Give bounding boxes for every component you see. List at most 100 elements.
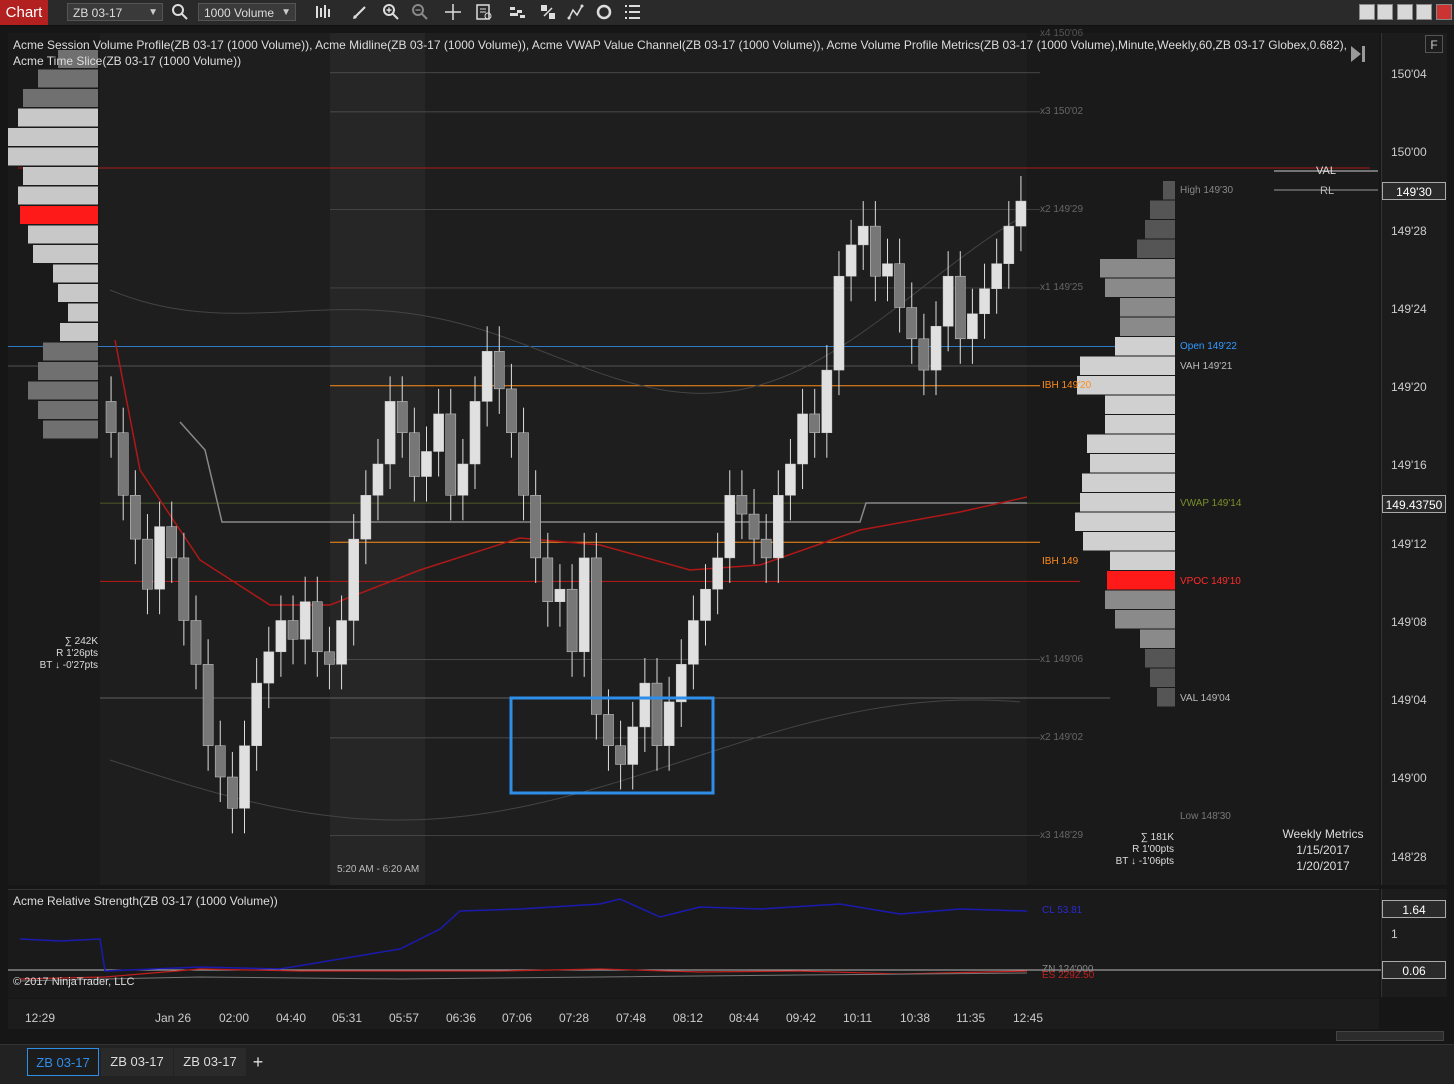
candle-body: [1015, 200, 1027, 227]
left-profile-bar: [8, 128, 98, 146]
candle-body: [263, 651, 275, 684]
val-marker: VAL: [1316, 165, 1336, 177]
candle-body: [530, 495, 541, 559]
candle-body: [506, 388, 517, 433]
candle-body: [845, 244, 857, 277]
relative-strength-title: Acme Relative Strength(ZB 03-17 (1000 Vo…: [13, 894, 278, 908]
time-tick: 12:29: [25, 1011, 56, 1025]
left-profile-bar: [68, 303, 98, 322]
price-tick: 150'04: [1391, 67, 1427, 81]
high-label: High 149'30: [1180, 185, 1234, 196]
candle-body: [384, 401, 396, 465]
right-bt: BT ↓ -1'06pts: [1115, 856, 1174, 867]
x1-top-label: x1 149'25: [1040, 282, 1084, 293]
left-profile-bar: [43, 420, 98, 439]
right-profile-bar: [1115, 610, 1175, 629]
tab-chart-2[interactable]: ZB 03-17: [101, 1048, 173, 1076]
indicator-list: Acme Session Volume Profile(ZB 03-17 (10…: [13, 38, 1347, 68]
candle-body: [554, 588, 566, 602]
left-profile-bar: [53, 264, 98, 283]
time-tick: 07:06: [502, 1011, 533, 1025]
left-profile-stats: ∑ 242K R 1'26pts BT ↓ -0'27pts: [20, 636, 98, 672]
candle-body: [954, 275, 966, 340]
candle-body: [736, 495, 748, 515]
candle-body: [688, 620, 699, 665]
vwap-price-badge: 149.43750: [1382, 495, 1446, 513]
left-volume-sum: ∑ 242K: [64, 636, 98, 647]
right-profile-bar: [1090, 454, 1175, 473]
right-profile-bar: [1137, 239, 1175, 258]
vah-label: VAH 149'21: [1180, 361, 1233, 372]
low-label: Low 148'30: [1180, 811, 1231, 822]
ibh-label: IBH 149'20: [1042, 380, 1092, 391]
candle-body: [772, 495, 784, 559]
candle-body: [906, 307, 918, 340]
candle-body: [566, 588, 578, 653]
right-profile-bar: [1105, 590, 1175, 609]
right-profile-bar: [1077, 376, 1175, 395]
right-profile-bar: [1163, 181, 1175, 200]
candle-body: [857, 225, 869, 246]
vwap-label: VWAP 149'14: [1180, 498, 1242, 509]
candle-body: [481, 351, 493, 402]
weekly-metrics-start: 1/15/2017: [1296, 843, 1350, 857]
rs-tick: 1: [1391, 927, 1398, 941]
left-profile-bar: [38, 362, 98, 380]
candle-body: [299, 601, 311, 640]
candle-body: [311, 601, 323, 653]
left-profile-bar: [28, 381, 98, 400]
horizontal-scrollbar[interactable]: [1336, 1031, 1444, 1041]
candle-body: [1003, 225, 1015, 264]
candle-body: [336, 620, 347, 665]
candle-body: [967, 313, 978, 340]
rs-top-badge: 1.64: [1382, 900, 1446, 918]
scroll-end-icon[interactable]: [1349, 44, 1367, 64]
time-tick: 04:40: [276, 1011, 307, 1025]
right-profile-bar: [1080, 493, 1175, 512]
rs-bottom-badge: 0.06: [1382, 961, 1446, 979]
left-range: R 1'26pts: [56, 648, 98, 659]
candle-body: [190, 620, 202, 665]
right-range: R 1'00pts: [1132, 844, 1174, 855]
left-profile-bar: [23, 89, 98, 107]
tab-chart-1[interactable]: ZB 03-17: [27, 1048, 99, 1076]
candle-body: [130, 495, 141, 540]
candle-body: [991, 263, 1002, 289]
cl-label: CL 53.81: [1042, 905, 1083, 916]
add-tab-button[interactable]: +: [248, 1048, 268, 1076]
price-tick: 148'28: [1391, 850, 1427, 864]
left-profile-bar: [28, 225, 98, 244]
candle-body: [785, 463, 796, 496]
tab-chart-3[interactable]: ZB 03-17: [174, 1048, 246, 1076]
val-bottom-label: VAL 149'04: [1180, 693, 1231, 704]
weekly-metrics-end: 1/20/2017: [1296, 859, 1350, 873]
candle-body: [979, 288, 990, 315]
candle-body: [409, 432, 420, 477]
candle-body: [542, 557, 554, 602]
right-profile-bar: [1115, 337, 1175, 356]
candle-body: [615, 745, 626, 765]
right-profile-bar: [1105, 395, 1175, 414]
right-profile-bar: [1140, 629, 1175, 648]
left-profile-bar: [60, 323, 98, 341]
right-volume-sum: ∑ 181K: [1140, 832, 1174, 843]
price-tick: 149'24: [1391, 302, 1427, 316]
right-profile-bar: [1087, 434, 1175, 453]
candle-body: [870, 225, 881, 277]
right-profile-bar: [1157, 688, 1175, 707]
time-tick: 09:42: [786, 1011, 817, 1025]
f-button[interactable]: F: [1425, 35, 1443, 53]
right-profile-bar: [1100, 259, 1175, 278]
price-tick: 149'08: [1391, 615, 1427, 629]
candle-body: [894, 263, 905, 308]
right-profile-stats: ∑ 181K R 1'00pts BT ↓ -1'06pts: [1090, 832, 1174, 868]
candle-body: [227, 776, 238, 809]
left-profile-bar: [38, 69, 98, 88]
price-tick: 149'28: [1391, 224, 1427, 238]
candle-body: [239, 745, 250, 809]
candle-body: [700, 588, 711, 621]
candle-body: [178, 557, 190, 621]
right-profile-bar: [1105, 278, 1175, 297]
price-tick: 149'12: [1391, 537, 1427, 551]
time-tick: 05:57: [389, 1011, 420, 1025]
